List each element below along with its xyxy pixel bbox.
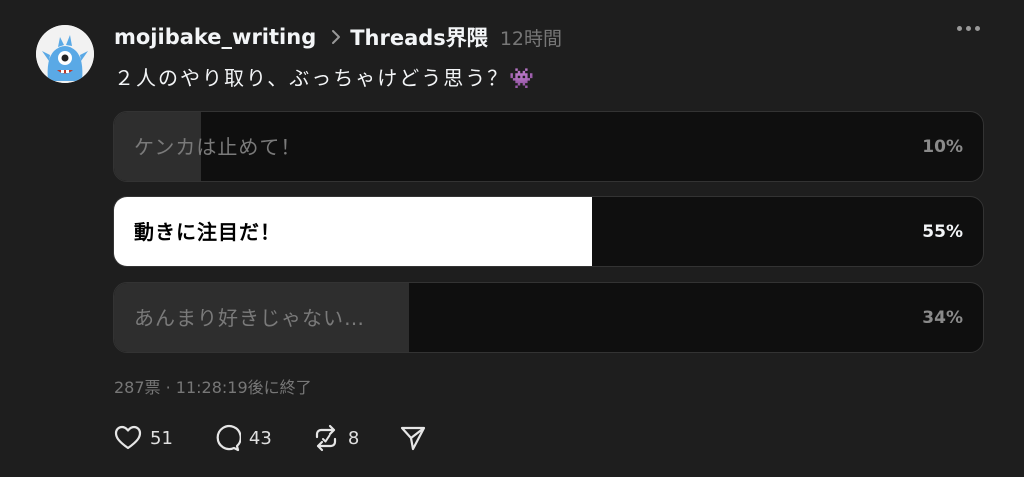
- poll-option-percent: 34%: [922, 308, 963, 328]
- poll-option-label: あんまり好きじゃない…: [134, 306, 365, 330]
- avatar[interactable]: [36, 25, 94, 83]
- repost-button[interactable]: 8: [312, 424, 359, 452]
- share-button[interactable]: [399, 424, 427, 452]
- repost-count: 8: [347, 427, 360, 449]
- username[interactable]: mojibake_writing: [114, 25, 316, 49]
- post-text: ２人のやり取り、ぶっちゃけどう思う？👾: [114, 66, 537, 90]
- repost-icon: [315, 424, 336, 452]
- poll-option[interactable]: ケンカは止めて！ 10%: [113, 111, 984, 182]
- poll-option-label: 動きに注目だ！: [134, 220, 281, 244]
- share-icon: [401, 426, 426, 451]
- poll-option-percent: 10%: [922, 137, 963, 157]
- heart-icon: [114, 425, 142, 450]
- monster-avatar-icon: [36, 25, 94, 83]
- community-link[interactable]: Threads界隈: [350, 22, 488, 52]
- like-button[interactable]: 51: [114, 425, 173, 451]
- comment-button[interactable]: 43: [213, 424, 272, 452]
- chevron-right-icon: [330, 28, 342, 46]
- more-icon[interactable]: [957, 26, 980, 31]
- post-time: 12時間: [499, 27, 562, 50]
- like-count: 51: [150, 427, 173, 449]
- poll-option[interactable]: 動きに注目だ！ 55%: [113, 196, 984, 267]
- comment-icon: [216, 424, 241, 452]
- action-bar: 51 43 8: [114, 424, 467, 452]
- poll-meta: 287票 · 11:28:19後に終了: [114, 378, 312, 397]
- poll-option-percent: 55%: [922, 222, 963, 242]
- poll-option-label: ケンカは止めて！: [134, 135, 302, 159]
- comment-count: 43: [248, 427, 272, 449]
- post-header: mojibake_writing Threads界隈 12時間: [114, 22, 562, 52]
- poll-option[interactable]: あんまり好きじゃない… 34%: [113, 282, 984, 353]
